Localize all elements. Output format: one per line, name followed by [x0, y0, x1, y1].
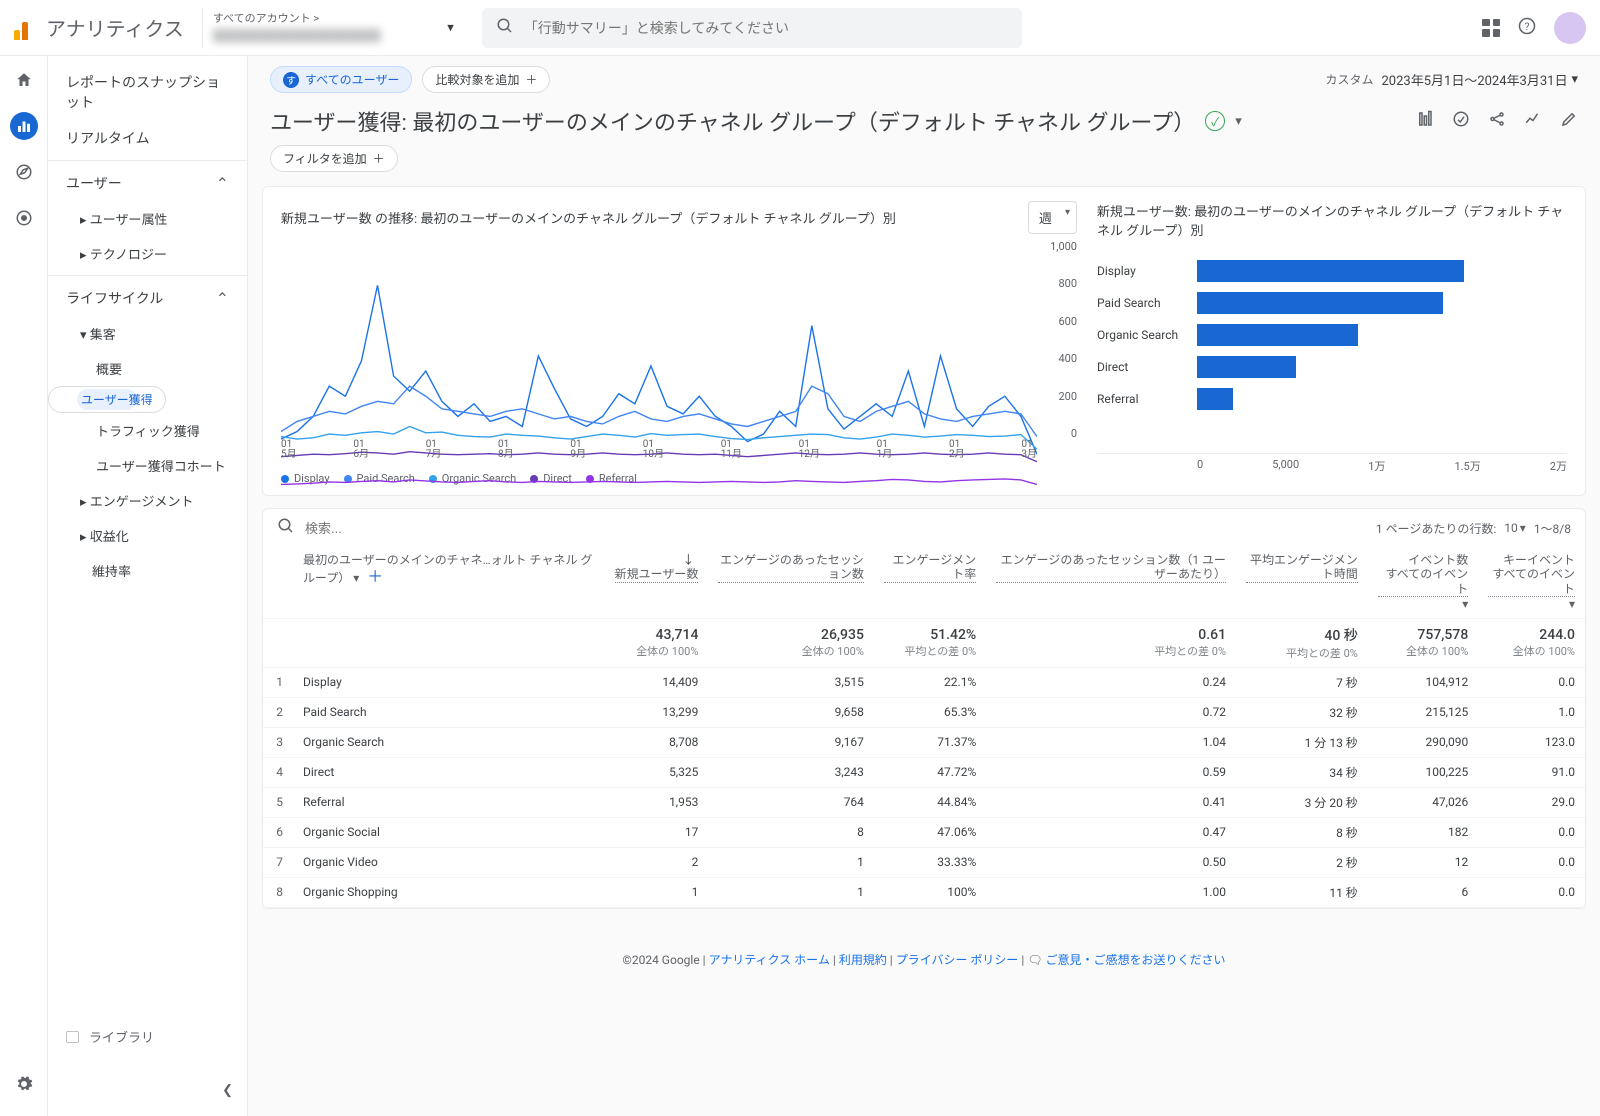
- table-row[interactable]: 3Organic Search8,7089,16771.37%1.041 分 1…: [263, 727, 1585, 757]
- nav-user-section[interactable]: ユーザー⌃: [48, 165, 247, 201]
- share-icon[interactable]: [1488, 110, 1506, 132]
- bar-row: Referral: [1097, 383, 1567, 415]
- col-new-users[interactable]: ↓新規ユーザー数: [603, 547, 709, 618]
- line-chart-title: 新規ユーザー数 の推移: 最初のユーザーのメインのチャネル グループ（デフォルト…: [281, 208, 896, 227]
- account-name: ████████████: [213, 26, 434, 46]
- user-avatar[interactable]: [1554, 12, 1586, 44]
- chevron-up-icon: ⌃: [216, 174, 229, 193]
- edit-icon[interactable]: [1560, 110, 1578, 132]
- table-row[interactable]: 5Referral1,95376444.84%0.413 分 20 秒47,02…: [263, 787, 1585, 817]
- segment-all-users[interactable]: すすべてのユーザー: [270, 66, 412, 93]
- analytics-logo-icon: [14, 16, 38, 40]
- svg-text:?: ?: [1525, 19, 1530, 32]
- rows-per-page-label: 1 ページあたりの行数:: [1376, 520, 1496, 537]
- bar-chart-title: 新規ユーザー数: 最初のユーザーのメインのチャネル グループ（デフォルト チャネ…: [1097, 201, 1567, 239]
- add-comparison-button[interactable]: 比較対象を追加＋: [422, 66, 550, 93]
- search-icon: [277, 517, 295, 539]
- footer: ©2024 Google | アナリティクス ホーム | 利用規約 | プライバ…: [248, 921, 1600, 998]
- table-row[interactable]: 6Organic Social17847.06%0.478 秒1820.0: [263, 817, 1585, 847]
- bar-row: Paid Search: [1097, 287, 1567, 319]
- nav-collapse-icon[interactable]: ❮: [222, 1083, 233, 1098]
- nav-library[interactable]: ▢ ライブラリ: [48, 1017, 247, 1056]
- nav-snapshot[interactable]: レポートのスナップショット: [48, 64, 247, 120]
- table-row[interactable]: 4Direct5,3253,24347.72%0.5934 秒100,22591…: [263, 757, 1585, 787]
- col-avg-eng-time[interactable]: 平均エンゲージメント時間: [1236, 547, 1368, 618]
- help-icon[interactable]: ?: [1518, 17, 1536, 39]
- table-row[interactable]: 7Organic Video2133.33%0.502 秒120.0: [263, 847, 1585, 877]
- quality-check-icon[interactable]: ✓: [1205, 111, 1225, 131]
- app-grid-icon[interactable]: [1482, 19, 1500, 37]
- table-row[interactable]: 2Paid Search13,2999,65865.3%0.7232 秒215,…: [263, 697, 1585, 727]
- report-nav: レポートのスナップショット リアルタイム ユーザー⌃ ▸ ユーザー属性 ▸ テク…: [48, 56, 248, 1116]
- nav-monetization[interactable]: ▸ 収益化: [48, 518, 247, 553]
- nav-rail: [0, 56, 48, 1116]
- app-header: アナリティクス すべてのアカウント > ████████████ ▾ ?: [0, 0, 1600, 56]
- nav-engagement[interactable]: ▸ エンゲージメント: [48, 483, 247, 518]
- add-dimension-icon[interactable]: ＋: [367, 567, 383, 586]
- table-search-input[interactable]: [305, 521, 481, 536]
- granularity-select[interactable]: 週: [1028, 201, 1077, 234]
- col-events[interactable]: イベント数すべてのイベント ▾: [1368, 547, 1478, 618]
- data-table: 最初のユーザーのメインのチャネ…ォルト チャネル グループ） ▾＋ ↓新規ユーザ…: [263, 547, 1585, 908]
- insights-icon[interactable]: [1452, 110, 1470, 132]
- logo[interactable]: アナリティクス: [14, 13, 184, 42]
- nav-user-acquisition[interactable]: ユーザー獲得: [48, 386, 166, 413]
- footer-link-privacy[interactable]: プライバシー ポリシー: [896, 953, 1019, 967]
- nav-lifecycle-section[interactable]: ライフサイクル⌃: [48, 280, 247, 316]
- nav-user-acq-cohort[interactable]: ユーザー獲得コホート: [48, 448, 247, 483]
- rail-explore-icon[interactable]: [10, 158, 38, 186]
- col-dimension[interactable]: 最初のユーザーのメインのチャネ…ォルト チャネル グループ） ▾＋: [293, 547, 603, 618]
- nav-traffic-acquisition[interactable]: トラフィック獲得: [48, 413, 247, 448]
- bar-row: Organic Search: [1097, 319, 1567, 351]
- col-eng-sessions[interactable]: エンゲージのあったセッション数: [708, 547, 874, 618]
- search-box[interactable]: [482, 8, 1022, 48]
- nav-acquisition[interactable]: ▾ 集客: [48, 316, 247, 351]
- rows-per-page-select[interactable]: 10 ▾: [1504, 521, 1526, 535]
- col-key-events[interactable]: キーイベントすべてのイベント ▾: [1478, 547, 1585, 618]
- trend-icon[interactable]: [1524, 110, 1542, 132]
- caret-down-icon: ▾: [447, 20, 454, 35]
- library-icon: ▢: [66, 1027, 79, 1046]
- sort-desc-icon: ↓: [682, 553, 694, 567]
- main-content: すすべてのユーザー 比較対象を追加＋ カスタム 2023年5月1日～2024年3…: [248, 56, 1600, 1116]
- rail-reports-icon[interactable]: [10, 112, 38, 140]
- rail-ads-icon[interactable]: [10, 204, 38, 232]
- date-range-picker[interactable]: カスタム 2023年5月1日～2024年3月31日 ▾: [1325, 70, 1578, 89]
- nav-technology[interactable]: ▸ テクノロジー: [48, 236, 247, 271]
- chevron-up-icon: ⌃: [216, 289, 229, 308]
- account-selector[interactable]: すべてのアカウント > ████████████ ▾: [202, 8, 462, 48]
- add-filter-button[interactable]: フィルタを追加＋: [270, 145, 398, 172]
- footer-link-feedback[interactable]: ご意見・ご感想をお送りください: [1046, 953, 1226, 967]
- account-breadcrumb: すべてのアカウント >: [213, 10, 434, 26]
- caret-down-icon[interactable]: ▾: [1235, 114, 1242, 129]
- col-eng-rate[interactable]: エンゲージメント率: [874, 547, 986, 618]
- search-icon: [496, 17, 514, 39]
- col-eng-per-user[interactable]: エンゲージのあったセッション数（1 ユーザーあたり）: [986, 547, 1236, 618]
- table-row[interactable]: 8Organic Shopping11100%1.0011 秒60.0: [263, 877, 1585, 907]
- nav-retention[interactable]: 維持率: [48, 553, 247, 588]
- footer-link-terms[interactable]: 利用規約: [839, 953, 887, 967]
- page-title: ユーザー獲得: 最初のユーザーのメインのチャネル グループ（デフォルト チャネル…: [270, 105, 1195, 137]
- page-range: 1～8/8: [1534, 520, 1571, 537]
- rail-home-icon[interactable]: [10, 66, 38, 94]
- app-title: アナリティクス: [46, 13, 184, 42]
- feedback-icon: 🗨: [1027, 953, 1042, 967]
- search-input[interactable]: [524, 20, 1008, 36]
- caret-down-icon: ▾: [1571, 72, 1578, 87]
- table-row[interactable]: 1Display14,4093,51522.1%0.247 秒104,9120.…: [263, 667, 1585, 697]
- footer-link-home[interactable]: アナリティクス ホーム: [709, 953, 830, 967]
- bar-chart: DisplayPaid SearchOrganic SearchDirectRe…: [1097, 245, 1567, 445]
- nav-overview[interactable]: 概要: [48, 351, 247, 386]
- plus-icon: ＋: [373, 150, 385, 167]
- nav-user-attr[interactable]: ▸ ユーザー属性: [48, 201, 247, 236]
- line-chart: 1,0008006004002000 015月016月017月018月019月0…: [281, 240, 1077, 460]
- bar-row: Direct: [1097, 351, 1567, 383]
- bar-row: Display: [1097, 255, 1567, 287]
- nav-realtime[interactable]: リアルタイム: [48, 120, 247, 156]
- customize-report-icon[interactable]: [1416, 110, 1434, 132]
- plus-icon: ＋: [525, 71, 537, 88]
- rail-settings-icon[interactable]: [10, 1070, 38, 1098]
